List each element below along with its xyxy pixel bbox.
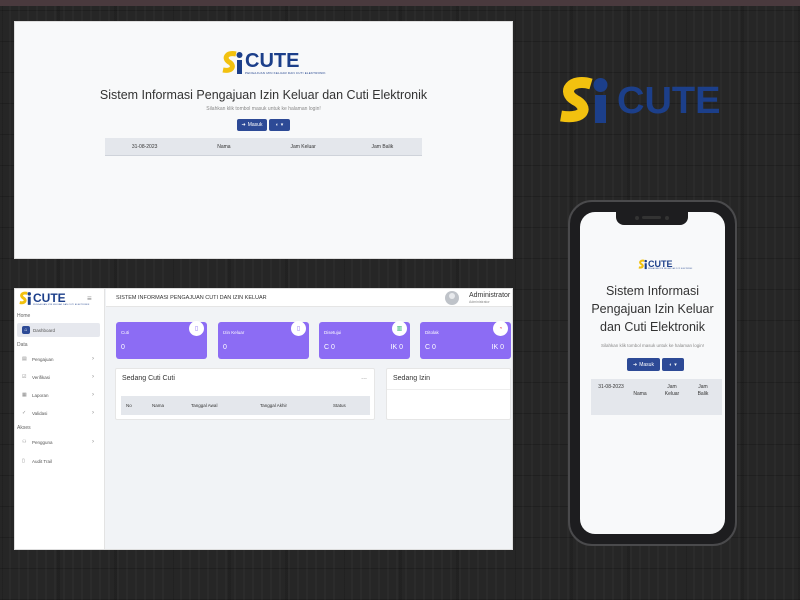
chevron-right-icon: › [92,439,94,445]
logo: CUTE PENGAJUAN IZIN KELUAR DAN CUTI ELEK… [221,50,326,76]
sidebar-section-data: Data [17,342,28,348]
page-subtitle: Silahkan klik tombol masuk untuk ke hala… [600,343,705,348]
logo-text: CUTE [245,50,300,72]
column-jam-keluar: Jam Keluar [290,143,316,150]
page-title: Sistem Informasi Pengajuan Izin Keluar d… [591,284,714,334]
column-tanggal-akhir: Tanggal Akhir [260,403,288,408]
home-icon: ⌂ [22,326,30,334]
logo-subtitle: PENGAJUAN IZIN KELUAR DAN CUTI ELEKTRONI… [648,268,693,270]
top-stripe [0,0,800,6]
sidebar-item-audit-trail[interactable]: ▯ Audit Trail [17,454,100,468]
pie-icon: ◔ [493,321,508,336]
users-icon: ⚇ [22,439,27,445]
panel-title: Sedang Izin [393,375,430,382]
panel-sedang-izin: Sedang Izin [386,368,511,420]
page-title: Sistem Informasi Pengajuan Izin Keluar d… [99,88,428,102]
login-button[interactable]: ➜ Masuk [237,119,267,131]
stat-card-cuti[interactable]: ▯ Cuti 0 [116,321,207,359]
sidebar-section-home: Home [17,313,31,319]
column-no: No [126,403,132,408]
mobile-login-screen: CUTE PENGAJUAN IZIN KELUAR DAN CUTI ELEK… [580,212,725,534]
user-role: Administrator [469,300,490,304]
sidebar-item-validasi[interactable]: ✓ Validasi › [17,406,100,420]
panel-sedang-cuti: Sedang Cuti Cuti ... No Nama Tanggal Awa… [115,368,375,420]
logo-mark-icon [638,259,647,270]
logo-subtitle: PENGAJUAN IZIN KELUAR DAN CUTI ELEKTRONI… [245,71,326,75]
sidebar: CUTE PENGAJUAN IZIN KELUAR DAN CUTI ELEK… [15,289,105,549]
logo-text: CUTE [648,258,673,269]
file-icon: ▤ [22,356,27,362]
theme-toggle-icon: ◐ [669,361,673,368]
big-logo-mark-icon [560,77,608,123]
table-date: 31-08-2023 [131,143,158,150]
topbar: SISTEM INFORMASI PENGAJUAN CUTI DAN IZIN… [106,289,512,307]
audit-icon: ▯ [22,458,25,464]
sidebar-item-dashboard[interactable]: ⌂ Dashboard [17,323,100,337]
column-nama: Nama [633,391,647,397]
sidebar-logo: CUTE PENGAJUAN IZIN KELUAR DAN CUTI ELEK… [18,291,90,306]
column-jam-keluar: Jam Keluar [664,384,680,397]
document-icon: ▯ [291,321,306,336]
chevron-right-icon: › [92,374,94,380]
avatar[interactable] [445,291,459,305]
desktop-dashboard-screen: CUTE PENGAJUAN IZIN KELUAR DAN CUTI ELEK… [14,288,513,550]
logo-subtitle: PENGAJUAN IZIN KELUAR DAN CUTI ELEKTRONI… [33,303,90,306]
phone-notch [616,212,688,225]
stat-card-disetujui[interactable]: ▥ Disetujui C 0 IK 0 [319,321,410,359]
sidebar-item-laporan[interactable]: ▦ Laporan › [17,388,100,402]
cuti-table-header: No Nama Tanggal Awal Tanggal Akhir Statu… [121,396,370,415]
login-button-group: ➜ Masuk ◐ ▾ [627,358,684,371]
logo-mark-icon [19,291,31,305]
sidebar-section-akses: Akses [17,425,31,431]
app-title: SISTEM INFORMASI PENGAJUAN CUTI DAN IZIN… [116,295,267,301]
report-icon: ▦ [22,392,27,398]
chevron-right-icon: › [92,356,94,362]
panel-title: Sedang Cuti Cuti [122,375,175,382]
column-jam-balik: Jam Balik [371,143,394,150]
stat-card-ditolak[interactable]: ◔ Ditolak C 0 IK 0 [420,321,511,359]
login-button-group: ➜ Masuk ◐ ▾ [237,119,290,131]
user-name[interactable]: Administrator [469,292,510,299]
logo-text: CUTE [33,290,66,305]
column-nama: Nama [217,143,231,150]
sidebar-item-pengajuan[interactable]: ▤ Pengajuan › [17,352,100,366]
theme-dropdown-button[interactable]: ◐ ▾ [662,358,684,371]
validate-icon: ✓ [22,410,27,416]
theme-toggle-icon: ◐ [275,122,279,128]
panel-divider [387,389,510,390]
document-icon: ▯ [189,321,204,336]
sidebar-item-verifikasi[interactable]: ☑ Verifikasi › [17,370,100,384]
menu-toggle-icon[interactable]: ≡ [87,294,92,303]
attendance-table-header: 31-08-2023 Nama Jam Keluar Jam Balik [105,138,422,156]
page-subtitle: Silahkan klik tombol masuk untuk ke hala… [206,106,321,112]
column-nama: Nama [152,403,165,408]
mobile-logo: CUTE PENGAJUAN IZIN KELUAR DAN CUTI ELEK… [638,259,692,270]
login-button[interactable]: ➜ Masuk [627,358,660,371]
attendance-table-header: 31-08-2023 Nama Jam Keluar Jam Balik [591,379,722,415]
caret-down-icon: ▾ [280,122,284,128]
column-jam-balik: Jam Balik [697,384,709,397]
logo-mark-icon [222,51,243,74]
chevron-right-icon: › [92,410,94,416]
check-icon: ☑ [22,374,27,380]
caret-down-icon: ▾ [674,361,677,368]
more-options-icon[interactable]: ... [361,374,367,381]
desktop-login-screen: CUTE PENGAJUAN IZIN KELUAR DAN CUTI ELEK… [14,21,513,259]
big-logo-text: CUTE [617,80,721,122]
theme-dropdown-button[interactable]: ◐ ▾ [269,119,290,131]
sidebar-item-pengguna[interactable]: ⚇ Pengguna › [17,435,100,449]
chevron-right-icon: › [92,392,94,398]
phone-mockup: CUTE PENGAJUAN IZIN KELUAR DAN CUTI ELEK… [568,200,737,546]
sign-in-icon: ➜ [241,122,246,128]
chart-icon: ▥ [392,321,407,336]
big-logo: CUTE [557,76,720,126]
column-status: Status [333,403,346,408]
sign-in-icon: ➜ [633,361,638,368]
table-date: 31-08-2023 [598,384,624,390]
stat-card-izin-keluar[interactable]: ▯ Izin Keluar 0 [218,321,309,359]
column-tanggal-awal: Tanggal Awal [191,403,218,408]
